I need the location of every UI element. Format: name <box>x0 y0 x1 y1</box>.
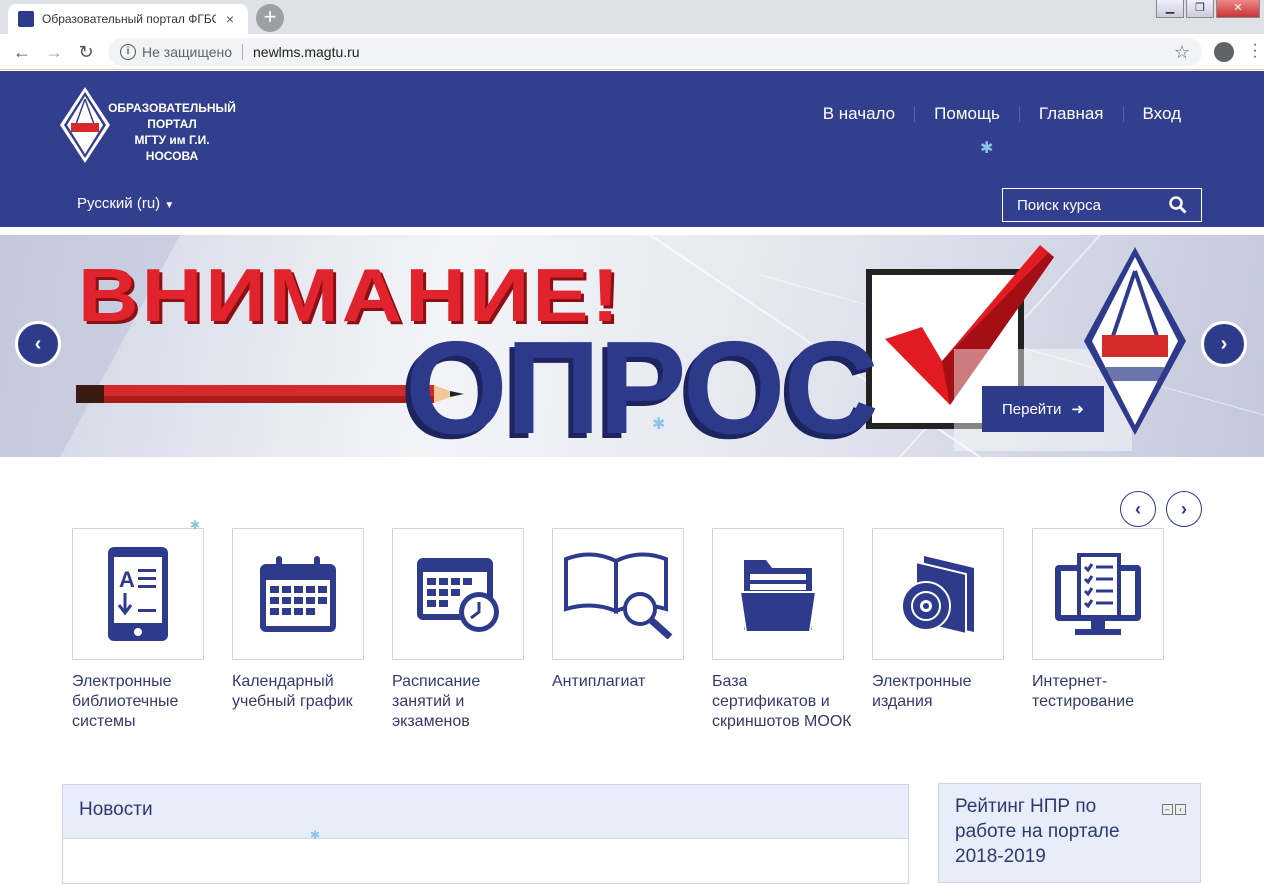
tiles-next-button[interactable]: › <box>1166 491 1202 527</box>
divider <box>242 44 243 60</box>
tile-label[interactable]: Интернет-тестирование <box>1032 672 1172 712</box>
collapse-icon[interactable]: – <box>1162 804 1173 815</box>
reload-icon[interactable]: ↻ <box>74 40 98 64</box>
slide-go-button[interactable]: Перейти ➜ <box>982 386 1104 432</box>
tile-icon-box[interactable] <box>872 528 1004 660</box>
monitor-test-icon <box>1055 553 1141 635</box>
tab-title: Образовательный портал ФГБО <box>42 12 216 26</box>
news-title: Новости <box>63 785 908 839</box>
snowflake-icon: ✱ <box>190 518 201 532</box>
logo-line: МГТУ им Г.И. НОСОВА <box>134 133 210 163</box>
tab-close-icon[interactable]: × <box>222 11 238 27</box>
security-label: Не защищено <box>142 44 232 60</box>
snowflake-icon: ✱ <box>980 140 994 157</box>
tile-internet-testing[interactable]: Интернет-тестирование <box>1032 528 1164 712</box>
site-favicon-icon <box>18 11 34 27</box>
snowflake-icon: ✱ <box>652 416 666 433</box>
tile-label[interactable]: Электронные библиотечные системы <box>72 672 212 732</box>
browser-tab[interactable]: Образовательный портал ФГБО × <box>8 4 248 34</box>
calendar-icon <box>260 556 336 632</box>
restore-icon[interactable]: ❐ <box>1186 0 1214 18</box>
chevron-right-icon: › <box>1220 332 1228 355</box>
bookmark-star-icon[interactable]: ☆ <box>1174 42 1190 63</box>
nav-login[interactable]: Вход <box>1124 104 1200 124</box>
tile-label[interactable]: Электронные издания <box>872 672 1012 712</box>
nav-help[interactable]: Помощь <box>915 104 1019 124</box>
tile-icon-box[interactable] <box>712 528 844 660</box>
info-icon[interactable]: i <box>120 44 136 60</box>
logo-line: ОБРАЗОВАТЕЛЬНЫЙ <box>108 101 236 115</box>
address-bar[interactable]: i Не защищено newlms.magtu.ru ☆ <box>108 38 1202 66</box>
slide-go-label: Перейти <box>1001 400 1062 418</box>
tile-icon-box[interactable] <box>552 528 684 660</box>
folder-icon <box>740 560 816 633</box>
search-icon[interactable] <box>1169 196 1187 214</box>
mgtu-logo-icon[interactable] <box>60 87 110 163</box>
search-input[interactable]: Поиск курса <box>1017 197 1101 214</box>
tile-label[interactable]: Календарный учебный график <box>232 672 372 712</box>
slider-prev-button[interactable]: ‹ <box>15 321 61 367</box>
logo-text[interactable]: ОБРАЗОВАТЕЛЬНЫЙ ПОРТАЛ МГТУ им Г.И. НОСО… <box>108 100 236 164</box>
tile-label[interactable]: База сертификатов и скриншотов МООК <box>712 672 852 732</box>
language-selector[interactable]: Русский (ru) ▼ <box>77 195 174 212</box>
tile-schedule[interactable]: Расписание занятий и экзаменов <box>392 528 524 732</box>
nav-main[interactable]: Главная <box>1020 104 1123 124</box>
tile-label[interactable]: Антиплагиат <box>552 672 692 692</box>
arrow-right-icon: ➜ <box>1071 401 1084 418</box>
block-controls: – ‹ <box>1162 804 1186 815</box>
hero-slider: ВНИМАНИЕ! ОПРОС Перейти ➜ ‹ › <box>0 235 1264 457</box>
news-block: Новости <box>62 784 909 884</box>
tile-antiplagiat[interactable]: Антиплагиат <box>552 528 684 692</box>
snowflake-icon: ✱ <box>310 828 321 842</box>
new-tab-button[interactable]: + <box>256 4 284 32</box>
tile-calendar[interactable]: Календарный учебный график <box>232 528 364 712</box>
book-search-icon <box>564 552 673 639</box>
tile-icon-box[interactable]: A <box>72 528 204 660</box>
window-controls: ▁ ❐ ✕ <box>1154 0 1260 18</box>
tile-icon-box[interactable] <box>1032 528 1164 660</box>
caret-down-icon: ▼ <box>164 200 175 211</box>
tile-icon-box[interactable] <box>232 528 364 660</box>
nav-home[interactable]: В начало <box>804 104 914 124</box>
tile-icon-box[interactable] <box>392 528 524 660</box>
tile-e-publications[interactable]: Электронные издания <box>872 528 1004 712</box>
site-header: ОБРАЗОВАТЕЛЬНЫЙ ПОРТАЛ МГТУ им Г.И. НОСО… <box>0 71 1264 227</box>
browser-menu-icon[interactable]: · · · <box>1250 37 1260 65</box>
chevron-left-icon: ‹ <box>34 332 42 355</box>
tile-certificates[interactable]: База сертификатов и скриншотов МООК <box>712 528 852 732</box>
tile-ebs[interactable]: A Электронные библиотечные системы <box>72 528 204 732</box>
ebook-icon: A <box>108 547 168 641</box>
logo-line: ПОРТАЛ <box>147 117 197 131</box>
language-label: Русский (ru) <box>77 195 161 212</box>
rating-title: Рейтинг НПР по работе на портале 2018-20… <box>955 796 1120 867</box>
url-text[interactable]: newlms.magtu.ru <box>253 44 1174 60</box>
tile-label[interactable]: Расписание занятий и экзаменов <box>392 672 532 732</box>
course-search[interactable]: Поиск курса <box>1002 188 1202 222</box>
window-close-icon[interactable]: ✕ <box>1216 0 1260 18</box>
schedule-icon <box>417 558 499 632</box>
dock-icon[interactable]: ‹ <box>1175 804 1186 815</box>
chevron-right-icon: › <box>1181 498 1187 519</box>
disc-icon <box>901 556 974 634</box>
browser-toolbar: ← → ↻ i Не защищено newlms.magtu.ru ☆ · ·… <box>0 34 1264 70</box>
tiles-prev-button[interactable]: ‹ <box>1120 491 1156 527</box>
banner-subheadline: ОПРОС <box>405 314 879 457</box>
slider-next-button[interactable]: › <box>1201 321 1247 367</box>
back-icon[interactable]: ← <box>10 40 34 64</box>
minimize-icon[interactable]: ▁ <box>1156 0 1184 18</box>
rating-block: Рейтинг НПР по работе на портале 2018-20… <box>938 783 1201 883</box>
top-navigation: В начало Помощь Главная Вход <box>804 104 1200 124</box>
profile-icon[interactable] <box>1214 42 1234 62</box>
forward-icon[interactable]: → <box>42 40 66 64</box>
chevron-left-icon: ‹ <box>1135 498 1141 519</box>
svg-text:A: A <box>119 567 135 592</box>
browser-tab-strip: Образовательный портал ФГБО × + ▁ ❐ ✕ <box>0 0 1264 34</box>
